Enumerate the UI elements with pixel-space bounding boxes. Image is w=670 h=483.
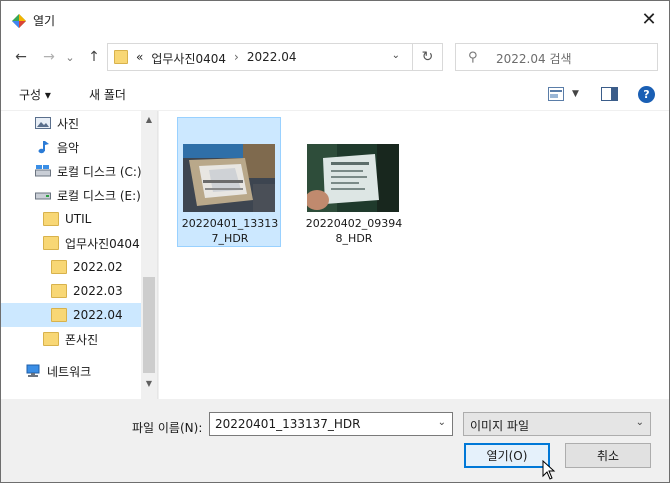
sidebar-item-network[interactable]: 네트워크 [1, 359, 141, 383]
arrow-right-icon: → [43, 49, 55, 65]
forward-button[interactable]: → [37, 45, 61, 69]
dialog-footer: 파일 이름(N): 20220401_133137_HDR ⌄ 이미지 파일 ⌄… [1, 399, 669, 482]
sidebar-item-drive-e[interactable]: 로컬 디스크 (E:) [1, 183, 141, 207]
address-bar[interactable]: « 업무사진0404 › 2022.04 ⌄ ↻ [107, 43, 443, 71]
view-options-button[interactable]: ▼ [548, 85, 579, 103]
help-button[interactable]: ? [638, 85, 655, 103]
sidebar-item-label: 업무사진0404 [65, 236, 140, 251]
preview-pane-icon [601, 87, 618, 101]
organize-button[interactable]: 구성 ▾ [19, 86, 51, 103]
sidebar-item-label: UTIL [65, 212, 92, 226]
sidebar-item-2022-03[interactable]: 2022.03 [1, 279, 141, 303]
navigation-bar: ← → ⌄ ↑ « 업무사진0404 › 2022.04 ⌄ ↻ ⚲ 2022.… [1, 37, 669, 77]
navigation-pane: 사진 음악 로컬 디스크 (C:) 로컬 디스크 (E:) UTIL 업무사진0… [1, 111, 158, 399]
sidebar-item-phone-photos[interactable]: 폰사진 [1, 327, 141, 351]
chevron-down-icon: ⌄ [635, 417, 644, 428]
sidebar-item-drive-c[interactable]: 로컬 디스크 (C:) [1, 159, 142, 183]
back-button[interactable]: ← [9, 45, 33, 69]
drive-e-icon [35, 192, 51, 200]
arrow-up-icon: ↑ [88, 49, 100, 65]
file-type-value: 이미지 파일 [470, 419, 530, 433]
file-item[interactable]: 20220402_093948_HDR [301, 117, 405, 247]
breadcrumb: « 업무사진0404 › 2022.04 [136, 50, 296, 67]
view-icon [548, 87, 564, 101]
file-type-select[interactable]: 이미지 파일 ⌄ [463, 412, 651, 436]
breadcrumb-item[interactable]: 업무사진0404 [151, 50, 226, 67]
sidebar-item-label: 네트워크 [47, 364, 92, 379]
image-thumbnail [307, 144, 399, 212]
folder-icon [43, 212, 59, 226]
open-file-dialog: 열기 ✕ ← → ⌄ ↑ « 업무사진0404 › 2022.04 ⌄ ↻ ⚲ … [0, 0, 670, 483]
folder-icon [43, 332, 59, 346]
cancel-button-label: 취소 [596, 449, 620, 463]
command-bar: 구성 ▾ 새 폴더 ▼ ? [1, 77, 669, 111]
title-bar: 열기 ✕ [1, 1, 669, 37]
open-button[interactable]: 열기(O) [464, 443, 550, 468]
mouse-cursor-icon [542, 460, 556, 480]
sidebar-item-util[interactable]: UTIL [1, 207, 141, 231]
navigation-scrollbar[interactable]: ▲ ▼ [141, 111, 157, 399]
search-box[interactable]: ⚲ 2022.04 검색 [455, 43, 658, 71]
scroll-down-icon[interactable]: ▼ [141, 379, 157, 393]
chevron-down-icon: ▼ [572, 89, 579, 99]
image-thumbnail [183, 144, 275, 212]
music-icon [38, 141, 49, 154]
file-item[interactable]: 20220401_133137_HDR [177, 117, 281, 247]
cancel-button[interactable]: 취소 [565, 443, 651, 468]
drive-c-icon [35, 165, 51, 177]
sidebar-item-label: 로컬 디스크 (C:) [57, 164, 142, 179]
breadcrumb-item[interactable]: 2022.04 [247, 50, 297, 67]
scrollbar-thumb[interactable] [143, 277, 155, 373]
preview-pane-button[interactable] [601, 85, 618, 103]
sidebar-item-label: 로컬 디스크 (E:) [57, 188, 141, 203]
folder-icon [43, 236, 59, 250]
refresh-button[interactable]: ↻ [412, 44, 442, 70]
network-icon [26, 364, 40, 377]
folder-icon [51, 260, 67, 274]
search-icon: ⚲ [468, 50, 478, 65]
window-title: 열기 [33, 14, 56, 28]
sidebar-item-label: 사진 [57, 116, 80, 131]
sidebar-item-label: 2022.04 [73, 308, 123, 322]
scroll-up-icon[interactable]: ▲ [141, 115, 157, 129]
app-icon [12, 14, 26, 28]
search-input[interactable]: 2022.04 검색 [496, 50, 572, 67]
help-icon: ? [638, 85, 655, 103]
refresh-icon: ↻ [421, 49, 434, 65]
recent-locations-button[interactable]: ⌄ [63, 45, 77, 69]
close-button[interactable]: ✕ [629, 1, 669, 37]
folder-icon [51, 284, 67, 298]
breadcrumb-overflow[interactable]: « [136, 50, 143, 67]
filename-field[interactable]: 20220401_133137_HDR ⌄ [209, 412, 453, 436]
file-name: 20220401_133137_HDR [181, 217, 279, 245]
chevron-down-icon: ⌄ [65, 50, 75, 64]
folder-icon [114, 50, 128, 64]
sidebar-item-label: 2022.03 [73, 284, 123, 298]
up-button[interactable]: ↑ [83, 45, 105, 69]
chevron-down-icon[interactable]: ⌄ [392, 50, 400, 61]
pictures-icon [35, 117, 51, 129]
new-folder-button[interactable]: 새 폴더 [89, 86, 126, 103]
close-icon: ✕ [641, 8, 657, 30]
file-list: 20220401_133137_HDR 20220402_093948_HDR [159, 111, 669, 399]
folder-icon [51, 308, 67, 322]
sidebar-item-music[interactable]: 음악 [1, 135, 141, 159]
sidebar-item-2022-04[interactable]: 2022.04 [1, 303, 141, 327]
sidebar-item-label: 음악 [57, 140, 80, 155]
open-button-label: 열기(O) [486, 449, 528, 463]
breadcrumb-separator-icon[interactable]: › [234, 50, 239, 67]
sidebar-item-label: 폰사진 [65, 332, 99, 347]
sidebar-item-work-photos[interactable]: 업무사진0404 [1, 231, 141, 255]
filename-label: 파일 이름(N): [132, 421, 203, 435]
sidebar-item-2022-02[interactable]: 2022.02 [1, 255, 141, 279]
sidebar-item-label: 2022.02 [73, 260, 123, 274]
sidebar-item-pictures[interactable]: 사진 [1, 111, 141, 135]
chevron-down-icon[interactable]: ⌄ [438, 417, 446, 428]
filename-value[interactable]: 20220401_133137_HDR [215, 417, 361, 431]
file-name: 20220402_093948_HDR [305, 217, 403, 245]
arrow-left-icon: ← [15, 49, 27, 65]
